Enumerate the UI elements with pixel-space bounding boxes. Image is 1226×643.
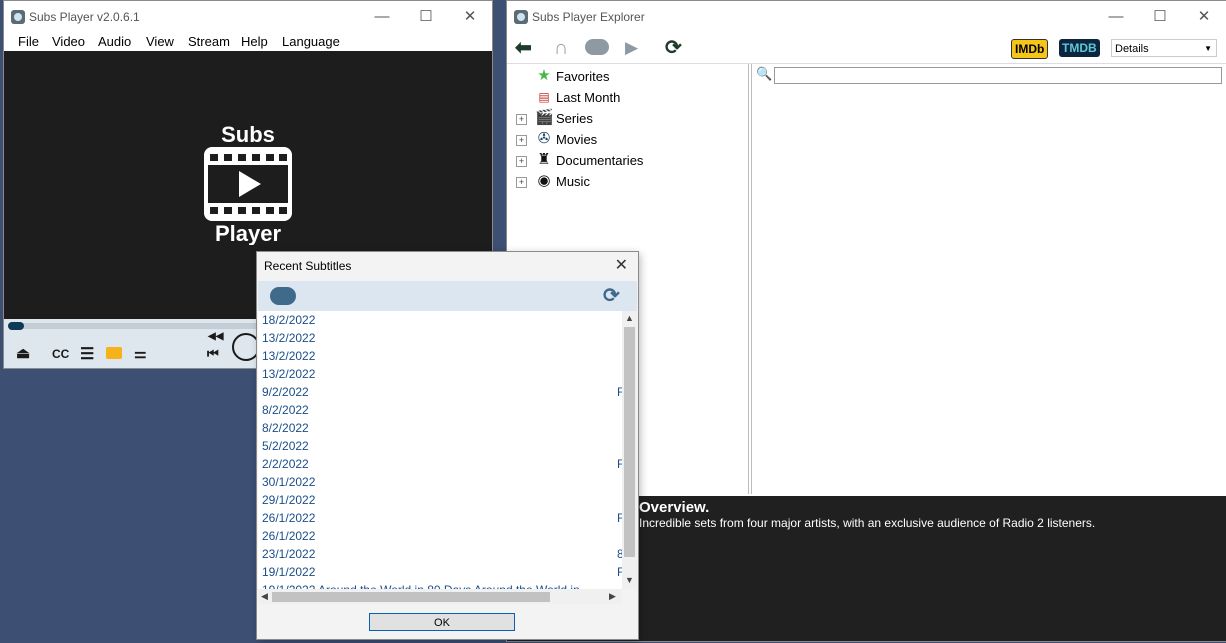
- view-mode-value: Details: [1115, 43, 1149, 55]
- horizontal-scroll-thumb[interactable]: [272, 592, 550, 602]
- cloud-download-icon[interactable]: [585, 39, 609, 55]
- dialog-toolbar: ⟳: [258, 281, 637, 311]
- vertical-scrollbar[interactable]: ▲ ▼: [622, 311, 637, 589]
- calendar-icon: ▤: [538, 90, 550, 104]
- menu-audio[interactable]: Audio: [98, 34, 131, 49]
- minimize-button[interactable]: —: [360, 1, 404, 33]
- list-item[interactable]: 13/2/2022: [262, 331, 315, 349]
- list-item[interactable]: 9/2/2022: [262, 385, 309, 403]
- list-item[interactable]: 29/1/2022: [262, 493, 315, 511]
- scroll-down-icon[interactable]: ▼: [625, 575, 634, 585]
- play-button[interactable]: [232, 333, 260, 361]
- subtitle-list: 18/2/2022 13/2/2022 13/2/2022 13/2/2022 9/2/…: [258, 311, 622, 589]
- player-titlebar: Subs Player v2.0.6.1 — ☐ ✕: [4, 1, 492, 33]
- search-input[interactable]: [774, 67, 1222, 84]
- scroll-right-icon[interactable]: ▶: [609, 591, 616, 602]
- list-item[interactable]: 26/1/2022: [262, 529, 315, 547]
- eject-icon[interactable]: ⏏: [16, 344, 30, 362]
- equalizer-icon[interactable]: ⚌: [134, 345, 147, 362]
- vertical-scroll-thumb[interactable]: [624, 327, 635, 557]
- menu-view[interactable]: View: [146, 34, 174, 49]
- explorer-titlebar: Subs Player Explorer — ☐ ✕: [507, 1, 1226, 33]
- list-item[interactable]: 8/2/2022: [262, 421, 309, 439]
- expand-music-button[interactable]: +: [516, 177, 527, 188]
- menu-stream[interactable]: Stream: [188, 34, 230, 49]
- tree-item-label: Favorites: [556, 69, 610, 84]
- player-menubar: File Video Audio View Stream Help Langua…: [4, 33, 492, 51]
- expand-documentaries-button[interactable]: +: [516, 156, 527, 167]
- music-disc-icon: ◉: [537, 172, 551, 189]
- tree-item-label: Series: [556, 111, 593, 126]
- scroll-up-icon[interactable]: ▲: [625, 313, 634, 323]
- overview-title: Overview.: [639, 499, 710, 516]
- tree-item-label: Music: [556, 174, 590, 189]
- refresh-icon[interactable]: ⟳: [665, 37, 682, 59]
- minimize-button[interactable]: —: [1094, 1, 1138, 33]
- close-icon[interactable]: ✕: [615, 255, 628, 275]
- list-item[interactable]: 13/2/2022: [262, 367, 315, 385]
- list-item[interactable]: 23/1/2022: [262, 547, 315, 565]
- tree-item-label: Last Month: [556, 90, 621, 105]
- player-title: Subs Player v2.0.6.1: [29, 10, 140, 24]
- seek-handle[interactable]: [8, 322, 24, 330]
- expand-movies-button[interactable]: +: [516, 135, 527, 146]
- list-item[interactable]: 26/1/2022: [262, 511, 315, 529]
- menu-video[interactable]: Video: [52, 34, 85, 49]
- tmdb-button[interactable]: TMDB: [1059, 39, 1100, 57]
- documentary-icon: ♜: [537, 151, 551, 168]
- menu-language[interactable]: Language: [282, 34, 340, 49]
- list-item[interactable]: 18/2/2022: [262, 313, 315, 331]
- rewind-icon[interactable]: ◀◀: [208, 331, 223, 342]
- tree-item-label: Movies: [556, 132, 598, 147]
- list-item[interactable]: 19/1/2022: [262, 565, 315, 583]
- search-icon: 🔍: [756, 66, 773, 81]
- list-item[interactable]: 2/2/2022: [262, 457, 309, 475]
- explorer-title: Subs Player Explorer: [532, 10, 645, 24]
- menu-file[interactable]: File: [18, 34, 39, 49]
- tree-item-label: Documentaries: [556, 153, 644, 168]
- expand-series-button[interactable]: +: [516, 114, 527, 125]
- magnet-icon[interactable]: ∩: [554, 37, 568, 59]
- app-icon: [11, 10, 25, 24]
- logo-bottom-text: Player: [215, 221, 281, 245]
- play-icon[interactable]: ▶: [625, 37, 638, 59]
- list-item[interactable]: 8/2/2022: [262, 403, 309, 421]
- playlist-icon[interactable]: ☰: [80, 344, 94, 364]
- logo-top-text: Subs: [221, 122, 275, 147]
- maximize-button[interactable]: ☐: [404, 1, 448, 33]
- close-button[interactable]: ✕: [1182, 1, 1226, 33]
- list-item[interactable]: 5/2/2022: [262, 439, 309, 457]
- list-item[interactable]: 13/2/2022: [262, 349, 315, 367]
- chevron-down-icon: ▼: [1204, 44, 1212, 53]
- folder-icon[interactable]: [106, 347, 122, 359]
- star-icon: ★: [537, 67, 551, 84]
- app-icon: [514, 10, 528, 24]
- close-button[interactable]: ✕: [448, 1, 492, 33]
- view-mode-select[interactable]: Details ▼: [1111, 39, 1217, 57]
- cc-button[interactable]: CC: [52, 347, 69, 361]
- menu-help[interactable]: Help: [241, 34, 268, 49]
- results-pane: 🔍: [751, 64, 1226, 494]
- recent-subtitles-dialog: Recent Subtitles ✕ ⟳ 18/2/2022 13/2/2022 1…: [257, 252, 638, 639]
- refresh-icon[interactable]: ⟳: [603, 283, 620, 308]
- explorer-toolbar: ⬅ ∩ ▶ ⟳ IMDb TMDB Details ▼: [507, 33, 1226, 64]
- previous-icon[interactable]: ⏮: [207, 346, 219, 362]
- overview-text: Incredible sets from four major artists,…: [639, 516, 1096, 530]
- cloud-download-icon[interactable]: [270, 287, 296, 305]
- maximize-button[interactable]: ☐: [1138, 1, 1182, 33]
- subs-player-logo: Subs Player: [204, 122, 292, 245]
- dialog-title: Recent Subtitles: [264, 259, 352, 273]
- list-item[interactable]: 30/1/2022: [262, 475, 315, 493]
- back-arrow-icon[interactable]: ⬅: [515, 37, 532, 59]
- horizontal-scrollbar[interactable]: ◀ ▶: [258, 589, 622, 604]
- film-reel-icon: ✇: [537, 130, 551, 147]
- imdb-button[interactable]: IMDb: [1011, 39, 1049, 59]
- clapperboard-icon: 🎬: [535, 109, 554, 126]
- ok-button[interactable]: OK: [369, 613, 515, 631]
- scroll-left-icon[interactable]: ◀: [261, 591, 268, 602]
